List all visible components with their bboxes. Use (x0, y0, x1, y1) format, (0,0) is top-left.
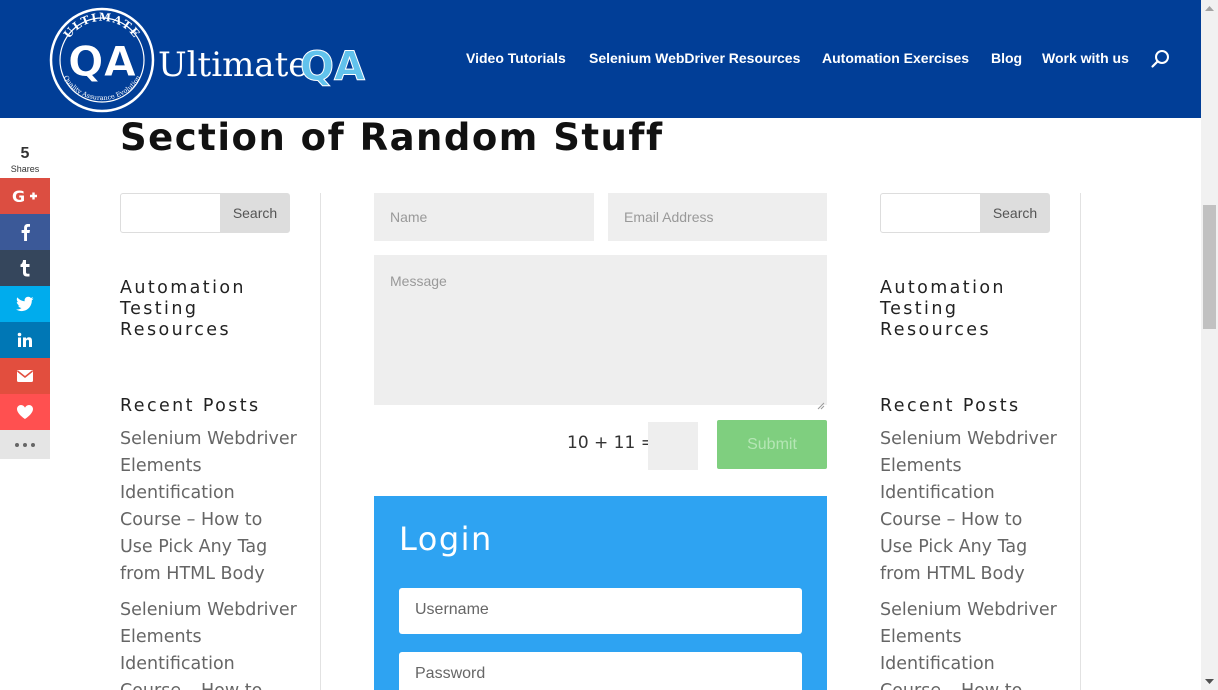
contact-name-placeholder: Name (390, 209, 428, 225)
nav-work-with-us[interactable]: Work with us (1042, 50, 1129, 66)
widget-title-line: Automation (880, 278, 1006, 298)
facebook-icon (21, 224, 30, 241)
google-plus-icon: G (12, 187, 37, 205)
share-twitter-button[interactable] (0, 286, 50, 322)
right-column-divider (1080, 193, 1081, 690)
left-recent-post-link[interactable]: Selenium Webdriver Elements Identificati… (120, 597, 300, 690)
login-module: Login Username Password (374, 496, 827, 690)
nav-video-tutorials[interactable]: Video Tutorials (466, 50, 566, 66)
login-username-input[interactable]: Username (399, 588, 802, 634)
captcha-question: 10 + 11 = (567, 433, 655, 453)
left-recent-posts-title: Recent Posts (120, 396, 261, 416)
site-logo[interactable]: ULTIMATE Quality Assurance Evolution QA … (48, 6, 368, 114)
share-more-button[interactable] (0, 430, 50, 459)
email-icon (17, 370, 33, 382)
heart-icon (17, 405, 33, 419)
nav-automation-exercises[interactable]: Automation Exercises (822, 50, 969, 66)
login-password-placeholder: Password (415, 665, 486, 682)
right-recent-posts-title: Recent Posts (880, 396, 1021, 416)
twitter-icon (16, 296, 34, 312)
share-linkedin-button[interactable] (0, 322, 50, 358)
share-label: Shares (10, 164, 40, 174)
scroll-down-arrow-icon[interactable] (1201, 673, 1218, 690)
page-title: Section of Random Stuff (120, 116, 664, 159)
contact-email-input[interactable]: Email Address (608, 193, 827, 241)
nav-blog[interactable]: Blog (991, 50, 1022, 66)
nav-selenium-webdriver-resources[interactable]: Selenium WebDriver Resources (589, 50, 800, 66)
share-love-button[interactable] (0, 394, 50, 430)
share-email-button[interactable] (0, 358, 50, 394)
widget-title-line: Testing (120, 299, 199, 319)
contact-message-textarea[interactable]: Message (374, 255, 827, 405)
logo-brand-a: Ultimate (158, 45, 308, 85)
right-widget-title-automation-testing-resources: Automation Testing Resources (880, 278, 1006, 341)
tumblr-icon (20, 260, 30, 277)
widget-title-line: Automation (120, 278, 246, 298)
logo-mark: QA (68, 37, 137, 86)
widget-title-line: Resources (880, 320, 991, 340)
logo-graphic: ULTIMATE Quality Assurance Evolution QA … (49, 7, 366, 113)
left-sidebar-search-input[interactable] (120, 193, 221, 233)
share-count: 5 (20, 145, 30, 162)
widget-title-line: Resources (120, 320, 231, 340)
site-header: ULTIMATE Quality Assurance Evolution QA … (0, 0, 1201, 118)
left-recent-post-link[interactable]: Selenium Webdriver Elements Identificati… (120, 426, 300, 588)
page-viewport: ULTIMATE Quality Assurance Evolution QA … (0, 0, 1218, 690)
left-widget-title-automation-testing-resources: Automation Testing Resources (120, 278, 246, 341)
contact-email-placeholder: Email Address (624, 209, 714, 225)
captcha-answer-input[interactable] (648, 422, 698, 470)
right-sidebar-search-input[interactable] (880, 193, 981, 233)
right-recent-post-link[interactable]: Selenium Webdriver Elements Identificati… (880, 597, 1060, 690)
vertical-scrollbar[interactable] (1201, 0, 1218, 690)
textarea-resize-handle-icon[interactable] (817, 395, 825, 410)
logo-brand-b: QA (300, 44, 365, 90)
share-tumblr-button[interactable] (0, 250, 50, 286)
left-column-divider (320, 193, 321, 690)
scrollbar-thumb[interactable] (1203, 205, 1216, 329)
widget-title-line: Testing (880, 299, 959, 319)
share-google-plus-button[interactable]: G (0, 178, 50, 214)
login-title: Login (399, 520, 493, 558)
scroll-up-arrow-icon[interactable] (1201, 0, 1218, 17)
right-sidebar-search-button[interactable]: Search (980, 193, 1050, 233)
contact-name-input[interactable]: Name (374, 193, 594, 241)
share-count-box: 5 Shares (0, 144, 50, 178)
right-recent-post-link[interactable]: Selenium Webdriver Elements Identificati… (880, 426, 1060, 588)
share-facebook-button[interactable] (0, 214, 50, 250)
left-sidebar-search-button[interactable]: Search (220, 193, 290, 233)
login-password-input[interactable]: Password (399, 652, 802, 690)
svg-text:G: G (12, 187, 25, 205)
contact-message-placeholder: Message (390, 273, 447, 289)
more-icon (15, 442, 35, 447)
linkedin-icon (17, 332, 32, 347)
search-icon[interactable] (1150, 48, 1172, 70)
contact-submit-button[interactable]: Submit (717, 420, 827, 469)
login-username-placeholder: Username (415, 601, 489, 618)
